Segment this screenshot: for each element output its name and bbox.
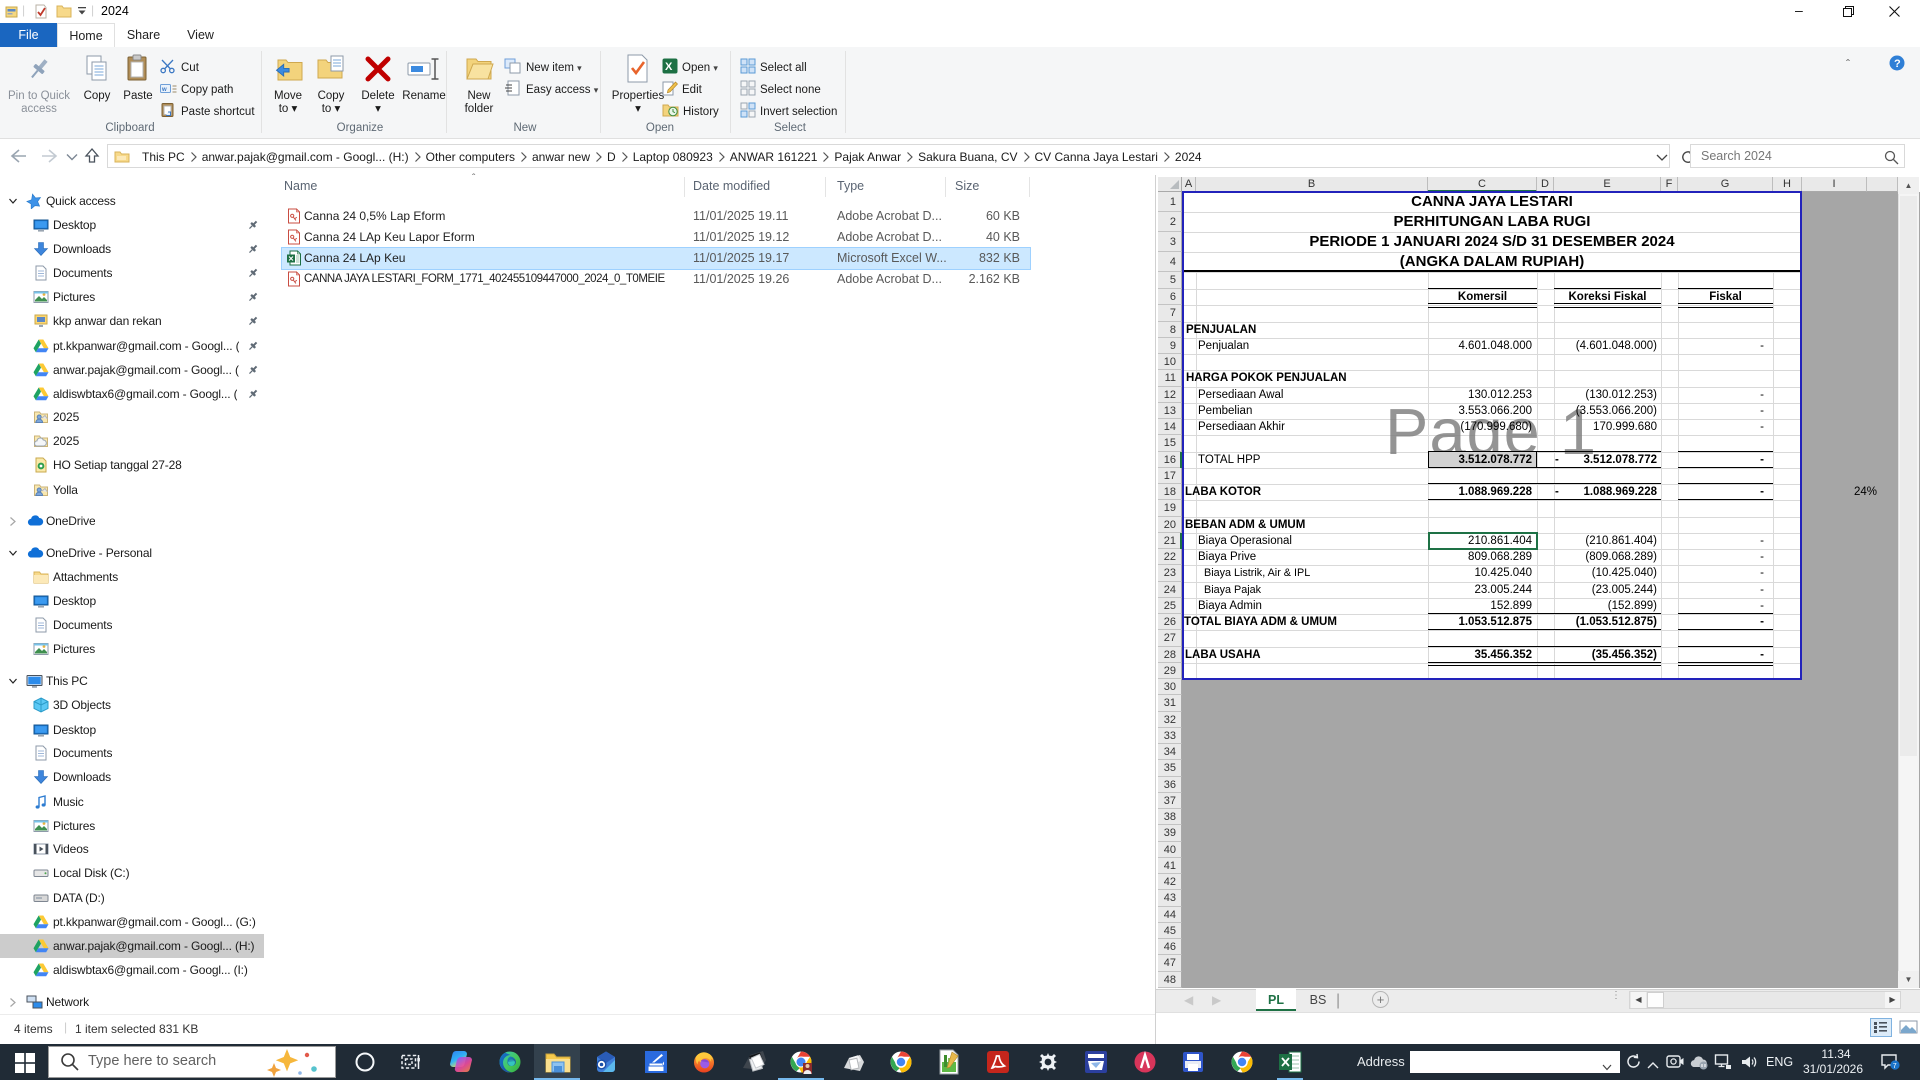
svg-text:w: w [161,87,167,93]
svg-text:X: X [665,61,673,73]
svg-text:?: ? [1894,58,1901,70]
svg-text:7: 7 [1893,1063,1897,1070]
